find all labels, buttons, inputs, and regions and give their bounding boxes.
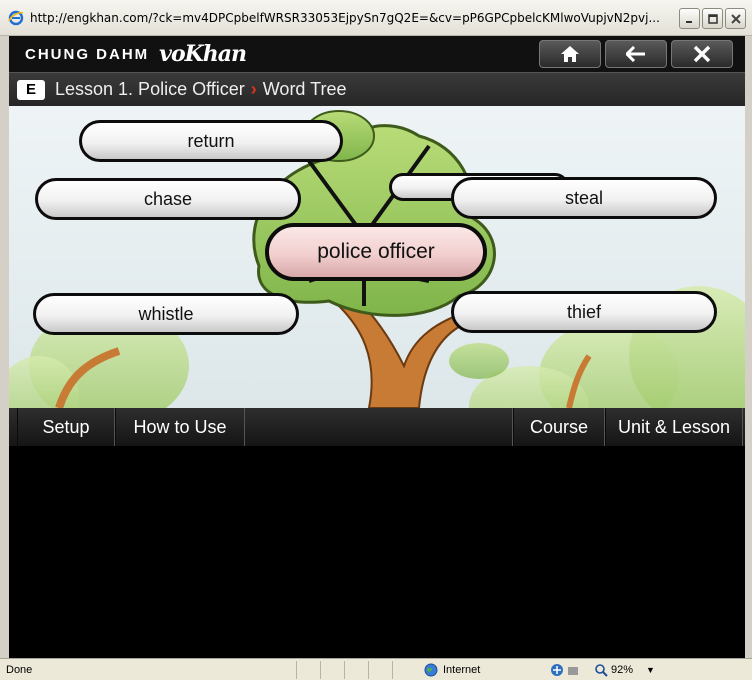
minimize-button[interactable] <box>679 8 700 29</box>
word-tree-scene: return chase steal police officer whistl… <box>9 106 745 408</box>
lesson-title: Lesson 1. Police Officer <box>55 79 245 99</box>
word-bubble-chase[interactable]: chase <box>35 178 301 220</box>
status-divider <box>320 660 344 679</box>
word-bubble-steal[interactable]: steal <box>451 177 717 219</box>
unit-lesson-button[interactable]: Unit & Lesson <box>605 408 743 446</box>
activity-title: Word Tree <box>262 79 347 99</box>
chevron-down-icon: ▼ <box>646 664 655 675</box>
window-close-button[interactable] <box>725 8 746 29</box>
status-divider <box>368 660 392 679</box>
how-to-use-button[interactable]: How to Use <box>115 408 245 446</box>
exit-button[interactable] <box>671 40 733 68</box>
browser-status-bar: Done Internet 92% ▼ <box>0 658 752 680</box>
word-bubble-thief[interactable]: thief <box>451 291 717 333</box>
home-button[interactable] <box>539 40 601 68</box>
course-button[interactable]: Course <box>513 408 605 446</box>
ie-icon <box>8 10 24 25</box>
zoom-level: 92% <box>611 663 634 676</box>
status-divider <box>344 660 368 679</box>
minimize-icon <box>685 20 692 23</box>
lesson-breadcrumb: E Lesson 1. Police Officer › Word Tree <box>9 72 745 106</box>
brand-bar: CHUNG DAHM voKhan <box>9 36 745 72</box>
brand-logo: voKhan <box>159 41 247 67</box>
back-button[interactable] <box>605 40 667 68</box>
globe-icon <box>424 663 438 676</box>
close-icon <box>730 13 741 24</box>
empty-content-area <box>9 446 745 658</box>
setup-button[interactable]: Setup <box>17 408 115 446</box>
word-bubble-center[interactable]: police officer <box>265 223 487 281</box>
maximize-button[interactable] <box>702 8 723 29</box>
home-icon <box>561 46 579 62</box>
protected-mode-icon[interactable] <box>550 663 584 677</box>
zoom-control[interactable]: 92% ▼ <box>594 663 655 677</box>
window-titlebar: http://engkhan.com/?ck=mv4DPCpbelfWRSR33… <box>0 0 752 36</box>
window-title: http://engkhan.com/?ck=mv4DPCpbelfWRSR33… <box>30 10 660 25</box>
back-arrow-icon <box>626 46 645 62</box>
app-frame: CHUNG DAHM voKhan E Lesson 1. Police Off… <box>9 36 745 658</box>
status-divider <box>296 660 320 679</box>
close-icon <box>693 45 711 63</box>
status-divider <box>392 660 416 679</box>
zoom-icon <box>595 663 608 677</box>
bottom-menu-bar: Setup How to Use Course Unit & Lesson <box>9 408 745 446</box>
breadcrumb-separator-icon: › <box>250 79 257 99</box>
word-bubble-return[interactable]: return <box>79 120 343 162</box>
level-badge: E <box>17 79 45 100</box>
status-text: Done <box>6 663 33 676</box>
word-bubble-whistle[interactable]: whistle <box>33 293 299 335</box>
menu-spacer <box>245 408 513 446</box>
security-zone[interactable]: Internet <box>424 663 544 677</box>
zone-label: Internet <box>443 663 481 676</box>
brand-name: CHUNG DAHM <box>25 45 150 63</box>
maximize-icon <box>707 13 718 24</box>
